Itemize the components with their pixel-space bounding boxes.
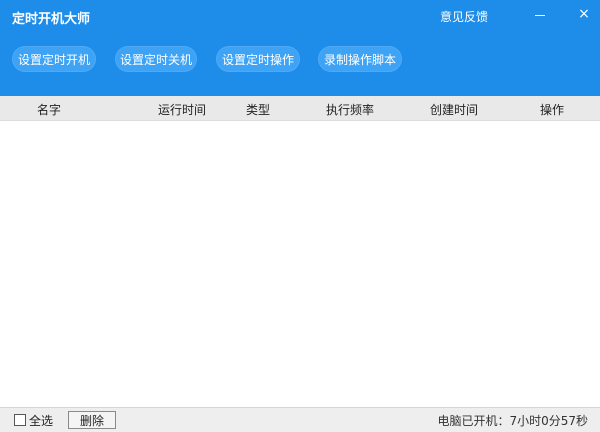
column-frequency[interactable]: 执行频率 xyxy=(326,101,374,118)
minimize-icon xyxy=(535,14,545,16)
status-bar: 全选 删除 电脑已开机：7小时0分57秒 xyxy=(0,407,600,432)
table-header: 名字 运行时间 类型 执行频率 创建时间 操作 xyxy=(0,96,600,121)
column-actions[interactable]: 操作 xyxy=(540,101,564,118)
close-button[interactable]: × xyxy=(576,6,592,22)
column-name[interactable]: 名字 xyxy=(37,101,61,118)
set-timed-operation-button[interactable]: 设置定时操作 xyxy=(216,46,300,72)
uptime-status: 电脑已开机：7小时0分57秒 xyxy=(437,414,588,428)
select-all-label[interactable]: 全选 xyxy=(29,412,53,429)
set-timed-boot-button[interactable]: 设置定时开机 xyxy=(12,46,96,72)
task-list xyxy=(0,121,600,407)
app-title: 定时开机大师 xyxy=(12,12,91,27)
column-created-time[interactable]: 创建时间 xyxy=(430,101,478,118)
select-all-checkbox[interactable] xyxy=(14,414,26,426)
title-bar: 定时开机大师 意见反馈 × 设置定时开机 设置定时关机 设置定时操作 录制操作脚… xyxy=(0,0,600,96)
column-type[interactable]: 类型 xyxy=(246,101,270,118)
set-timed-shutdown-button[interactable]: 设置定时关机 xyxy=(115,46,197,72)
record-script-button[interactable]: 录制操作脚本 xyxy=(318,46,402,72)
minimize-button[interactable] xyxy=(532,6,548,22)
delete-button[interactable]: 删除 xyxy=(68,411,116,429)
column-run-time[interactable]: 运行时间 xyxy=(158,101,206,118)
feedback-link[interactable]: 意见反馈 xyxy=(440,8,488,25)
close-icon: × xyxy=(578,6,590,22)
